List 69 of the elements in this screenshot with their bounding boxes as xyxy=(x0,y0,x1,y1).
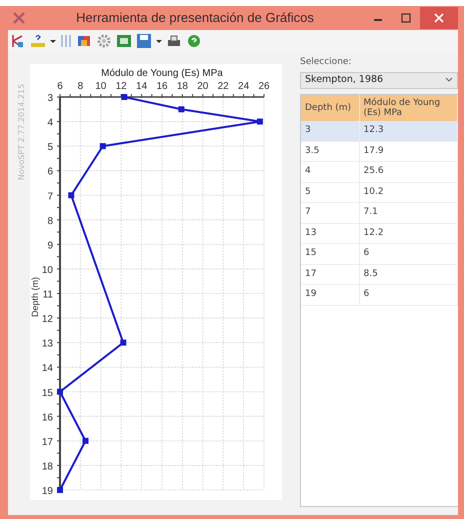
help-icon[interactable] xyxy=(186,33,202,49)
tick-label: 17 xyxy=(42,436,53,448)
tick-label: 14 xyxy=(136,81,148,92)
select-label: Seleccione: xyxy=(300,56,352,69)
table-cell: 7 xyxy=(301,202,359,224)
table-cell: 17 xyxy=(301,264,359,285)
maximize-icon xyxy=(401,13,411,23)
excel-icon[interactable] xyxy=(116,33,132,49)
table-cell: 6 xyxy=(359,284,458,306)
table-cell: 8.5 xyxy=(359,264,458,285)
tick-label: 13 xyxy=(42,338,53,350)
close-button[interactable] xyxy=(420,7,458,29)
save-icon[interactable] xyxy=(136,33,152,49)
data-point xyxy=(57,487,63,493)
column-header[interactable]: Depth (m) xyxy=(301,94,359,122)
tick-label: 10 xyxy=(42,264,53,276)
tick-label: 8 xyxy=(78,81,84,92)
tick-label: 10 xyxy=(95,81,106,92)
palette-icon[interactable] xyxy=(76,33,92,49)
table-cell: 17.9 xyxy=(359,141,458,162)
table-cell: 10.2 xyxy=(359,182,458,203)
table-cell: 6 xyxy=(359,244,458,264)
table-cell: 15 xyxy=(301,244,359,264)
table-cell: 12.3 xyxy=(359,121,458,142)
tick-label: 18 xyxy=(176,81,188,92)
scale-tool-icon[interactable] xyxy=(30,33,46,49)
column-header[interactable]: Módulo de Young (Es) MPa xyxy=(359,94,458,122)
tick-label: 14 xyxy=(42,363,53,374)
tick-label: 6 xyxy=(57,81,63,92)
tick-label: 19 xyxy=(42,486,53,497)
close-icon xyxy=(434,13,444,23)
chart-tool-icon[interactable] xyxy=(10,33,26,49)
table-cell: 25.6 xyxy=(359,162,458,182)
app-icon xyxy=(12,11,26,25)
tick-label: 12 xyxy=(116,81,127,92)
tick-label: 26 xyxy=(258,81,270,92)
tick-label: 18 xyxy=(42,461,53,472)
tick-label: 7 xyxy=(47,191,53,202)
tick-label: 5 xyxy=(47,142,53,154)
table-cell: 13 xyxy=(301,223,359,244)
tick-label: 9 xyxy=(47,240,53,252)
table-cell: 3.5 xyxy=(301,141,359,162)
tick-label: 15 xyxy=(42,388,53,399)
tick-label: 16 xyxy=(42,412,53,424)
tick-label: 6 xyxy=(47,166,53,178)
table-cell: 12.2 xyxy=(359,223,458,244)
tick-label: 8 xyxy=(47,216,53,227)
method-dropdown[interactable]: Skempton, 1986 xyxy=(300,72,458,88)
table-cell: 5 xyxy=(301,182,359,203)
tick-label: 16 xyxy=(156,81,168,92)
table-cell: 4 xyxy=(301,162,359,182)
table-cell: 7.1 xyxy=(359,202,458,224)
axis-title: Módulo de Young (Es) MPa xyxy=(101,68,223,79)
settings-icon[interactable] xyxy=(96,33,112,49)
chevron-icon xyxy=(445,77,453,83)
tick-label: 11 xyxy=(42,290,53,300)
tick-label: 20 xyxy=(197,81,208,92)
tick-label: 22 xyxy=(218,81,229,92)
axis-label: Depth (m) xyxy=(30,277,40,317)
tick-label: 24 xyxy=(238,81,250,92)
version-label: NovoSPT 2.77.2014.215 xyxy=(17,84,26,180)
table-cell: 19 xyxy=(301,284,359,306)
table-cell: 3 xyxy=(301,121,359,142)
window-title: Herramienta de presentación de Gráficos xyxy=(75,9,315,28)
tick-label: 3 xyxy=(47,93,53,104)
tick-label: 4 xyxy=(47,118,53,129)
tick-label: 12 xyxy=(42,314,53,326)
data-point xyxy=(120,340,126,346)
print-icon[interactable] xyxy=(166,33,182,49)
